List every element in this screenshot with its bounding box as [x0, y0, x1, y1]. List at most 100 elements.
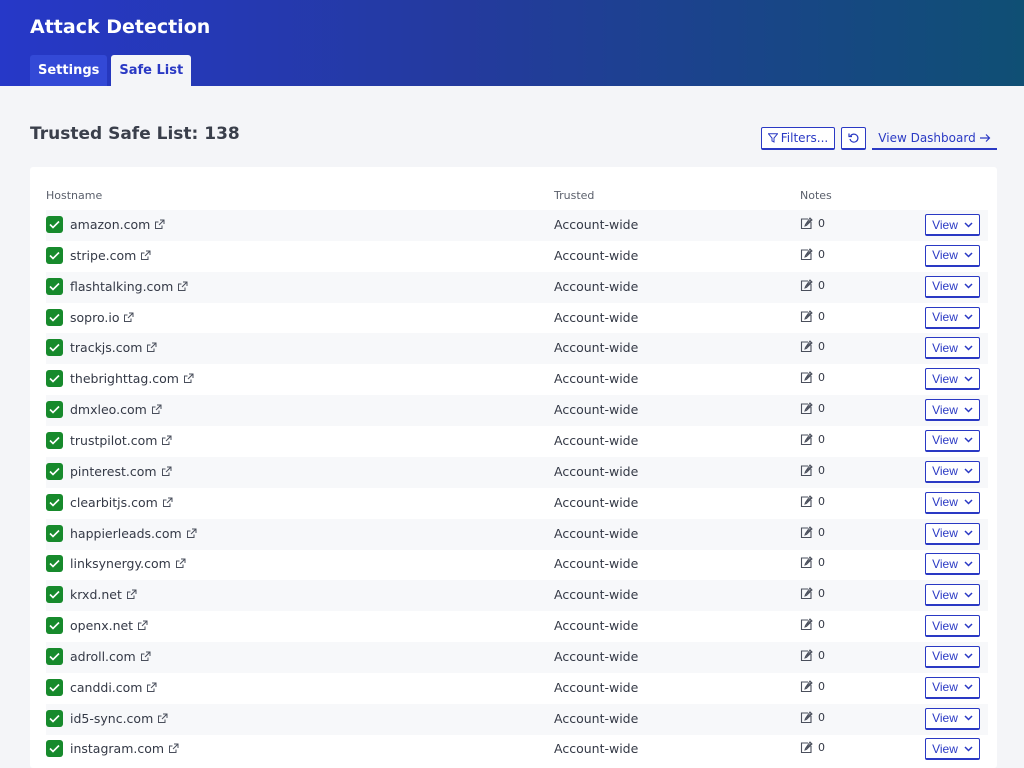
notes-count-value: 0 — [818, 525, 825, 539]
refresh-button[interactable] — [841, 127, 866, 150]
notes-count-value: 0 — [818, 679, 825, 693]
notes-count[interactable]: 0 — [800, 217, 825, 230]
notes-count[interactable]: 0 — [800, 649, 825, 662]
notes-count[interactable]: 0 — [800, 495, 825, 508]
notes-count[interactable]: 0 — [800, 711, 825, 724]
table-row: canddi.com Account-wide 0 View — [46, 673, 988, 704]
view-label: View — [932, 402, 958, 417]
hostname-link[interactable]: trackjs.com — [70, 340, 157, 355]
trusted-scope: Account-wide — [554, 309, 639, 325]
view-dropdown-button[interactable]: View — [925, 244, 980, 267]
hostname-link[interactable]: canddi.com — [70, 680, 157, 695]
trusted-checkbox[interactable] — [46, 709, 63, 727]
trusted-checkbox[interactable] — [46, 370, 63, 388]
hostname-link[interactable]: instagram.com — [70, 741, 179, 756]
chevron-down-icon — [964, 407, 973, 413]
hostname-link[interactable]: amazon.com — [70, 217, 165, 232]
hostname-link[interactable]: trustpilot.com — [70, 433, 172, 448]
view-dropdown-button[interactable]: View — [925, 553, 980, 576]
notes-count[interactable]: 0 — [800, 680, 825, 693]
view-dropdown-button[interactable]: View — [925, 676, 980, 699]
trusted-checkbox[interactable] — [46, 524, 63, 542]
view-dropdown-button[interactable]: View — [925, 460, 980, 483]
hostname-link[interactable]: thebrighttag.com — [70, 371, 194, 386]
tab-safe-list[interactable]: Safe List — [111, 55, 192, 86]
view-dropdown-button[interactable]: View — [925, 399, 980, 422]
view-dropdown-button[interactable]: View — [925, 491, 980, 514]
view-dropdown-button[interactable]: View — [925, 615, 980, 638]
filters-button[interactable]: Filters... — [761, 127, 835, 150]
toolbar-actions: Filters... View Dashboard — [761, 127, 997, 150]
trusted-checkbox[interactable] — [46, 401, 63, 419]
notes-count-value: 0 — [818, 278, 825, 292]
hostname-link[interactable]: sopro.io — [70, 310, 134, 325]
hostname-link[interactable]: pinterest.com — [70, 464, 172, 479]
trusted-checkbox[interactable] — [46, 308, 63, 326]
hostname-link[interactable]: flashtalking.com — [70, 279, 188, 294]
trusted-checkbox[interactable] — [46, 555, 63, 573]
hostname-link[interactable]: stripe.com — [70, 248, 151, 263]
checkmark-icon — [49, 220, 60, 229]
notes-count[interactable]: 0 — [800, 279, 825, 292]
edit-note-icon — [800, 433, 813, 445]
table-row: trackjs.com Account-wide 0 View — [46, 333, 988, 365]
hostname-link[interactable]: adroll.com — [70, 649, 151, 664]
hostname-link[interactable]: linksynergy.com — [70, 556, 186, 571]
table-row: trustpilot.com Account-wide 0 View — [46, 426, 988, 457]
notes-count[interactable]: 0 — [800, 618, 825, 631]
trusted-checkbox[interactable] — [46, 462, 63, 480]
view-label: View — [932, 587, 958, 602]
view-label: View — [932, 649, 958, 664]
notes-count[interactable]: 0 — [800, 526, 825, 539]
notes-count[interactable]: 0 — [800, 587, 825, 600]
view-dropdown-button[interactable]: View — [925, 429, 980, 452]
view-dropdown-button[interactable]: View — [925, 306, 980, 329]
view-dropdown-button[interactable]: View — [925, 214, 980, 236]
chevron-down-icon — [964, 283, 973, 289]
hostname-link[interactable]: happierleads.com — [70, 526, 197, 541]
view-dropdown-button[interactable]: View — [925, 337, 980, 360]
hostname-link[interactable]: clearbitjs.com — [70, 495, 173, 510]
view-dropdown-button[interactable]: View — [925, 645, 980, 668]
hostname-link[interactable]: krxd.net — [70, 587, 137, 602]
tab-settings[interactable]: Settings — [30, 55, 108, 86]
notes-count[interactable]: 0 — [800, 741, 825, 754]
trusted-checkbox[interactable] — [46, 617, 63, 635]
notes-count[interactable]: 0 — [800, 402, 825, 415]
trusted-checkbox[interactable] — [46, 647, 63, 665]
trusted-checkbox[interactable] — [46, 246, 63, 264]
trusted-checkbox[interactable] — [46, 586, 63, 604]
trusted-checkbox[interactable] — [46, 277, 63, 295]
view-dropdown-button[interactable]: View — [925, 522, 980, 545]
view-dashboard-link[interactable]: View Dashboard — [872, 127, 997, 150]
table-row: sopro.io Account-wide 0 View — [46, 303, 988, 334]
notes-count[interactable]: 0 — [800, 433, 825, 446]
notes-count[interactable]: 0 — [800, 340, 825, 353]
view-dropdown-button[interactable]: View — [925, 275, 980, 298]
notes-count[interactable]: 0 — [800, 371, 825, 384]
view-dropdown-button[interactable]: View — [925, 707, 980, 730]
table-row: dmxleo.com Account-wide 0 View — [46, 395, 988, 427]
chevron-down-icon — [964, 623, 973, 629]
checkmark-icon — [49, 436, 60, 445]
notes-count[interactable]: 0 — [800, 310, 825, 323]
hostname-text: trackjs.com — [70, 340, 143, 356]
trusted-checkbox[interactable] — [46, 216, 63, 233]
hostname-link[interactable]: id5-sync.com — [70, 711, 168, 726]
view-dropdown-button[interactable]: View — [925, 738, 980, 761]
trusted-checkbox[interactable] — [46, 678, 63, 696]
notes-count[interactable]: 0 — [800, 556, 825, 569]
edit-note-icon — [800, 309, 813, 322]
trusted-checkbox[interactable] — [46, 493, 63, 511]
notes-count[interactable]: 0 — [800, 248, 825, 261]
hostname-link[interactable]: dmxleo.com — [70, 402, 162, 417]
view-dropdown-button[interactable]: View — [925, 368, 980, 391]
trusted-checkbox[interactable] — [46, 431, 63, 449]
trusted-checkbox[interactable] — [46, 740, 63, 758]
trusted-checkbox[interactable] — [46, 339, 63, 357]
notes-count[interactable]: 0 — [800, 464, 825, 477]
hostname-link[interactable]: openx.net — [70, 618, 148, 633]
chevron-down-icon — [964, 499, 973, 505]
view-dropdown-button[interactable]: View — [925, 584, 980, 607]
refresh-icon — [847, 133, 858, 143]
